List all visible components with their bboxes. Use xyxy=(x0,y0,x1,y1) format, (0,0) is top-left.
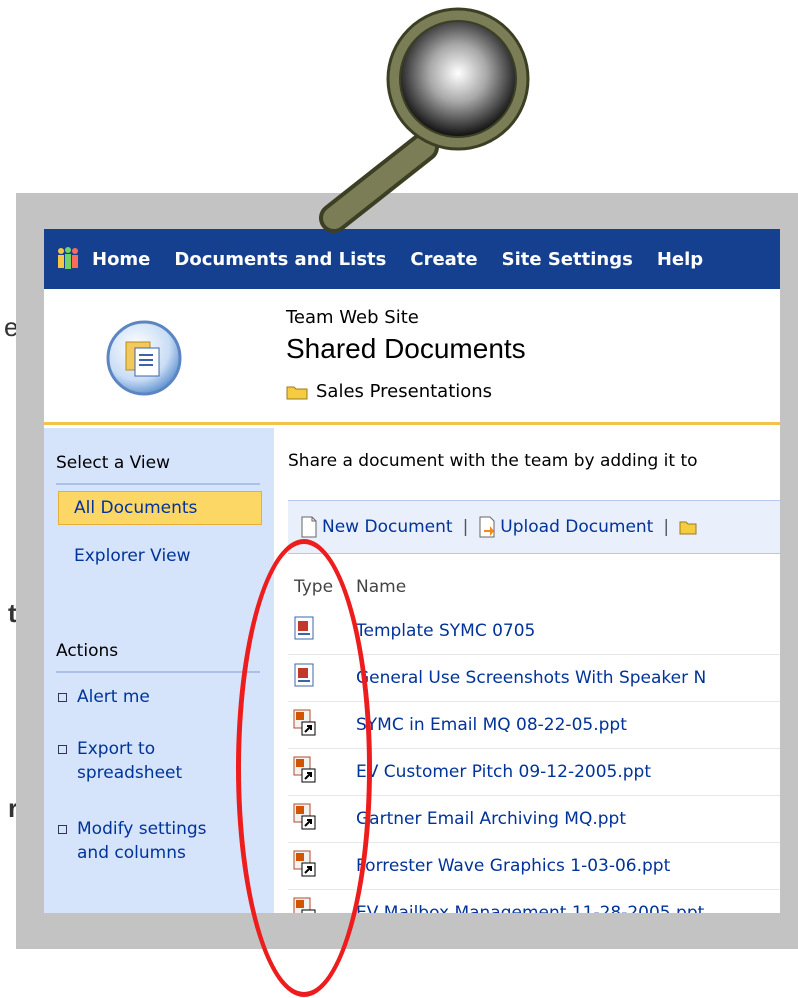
bullet-icon xyxy=(58,693,67,702)
sharepoint-window: Home Documents and Lists Create Site Set… xyxy=(44,229,780,913)
select-view-heading: Select a View xyxy=(56,453,171,473)
nav-site-settings[interactable]: Site Settings xyxy=(502,249,633,270)
column-header-name[interactable]: Name xyxy=(356,577,406,597)
upload-document-button[interactable]: Upload Document xyxy=(500,517,653,537)
red-highlight-oval xyxy=(236,539,372,997)
action-modify-label[interactable]: Modify settings and columns xyxy=(77,817,207,865)
current-folder: Sales Presentations xyxy=(286,381,492,402)
upload-document-icon[interactable] xyxy=(478,516,496,538)
new-document-icon[interactable] xyxy=(300,516,318,538)
toolbar-separator: | xyxy=(462,517,469,537)
site-name[interactable]: Team Web Site xyxy=(286,307,419,328)
top-navigation-bar: Home Documents and Lists Create Site Set… xyxy=(44,229,780,289)
folder-icon xyxy=(286,386,308,399)
divider xyxy=(56,671,260,673)
action-export-label[interactable]: Export to spreadsheet xyxy=(77,737,182,785)
action-export-to-spreadsheet[interactable]: Export to spreadsheet xyxy=(56,737,182,785)
folder-label: Sales Presentations xyxy=(316,381,493,402)
new-document-button[interactable]: New Document xyxy=(322,517,453,537)
people-logo-icon xyxy=(56,246,80,272)
action-alert-me[interactable]: Alert me xyxy=(56,685,150,709)
bullet-icon xyxy=(58,825,67,834)
nav-home[interactable]: Home xyxy=(92,249,150,270)
action-modify-settings[interactable]: Modify settings and columns xyxy=(56,817,207,865)
document-name-link[interactable]: EV Customer Pitch 09-12-2005.ppt xyxy=(356,762,651,782)
page-title: Shared Documents xyxy=(286,333,526,364)
bullet-icon xyxy=(58,745,67,754)
table-row[interactable]: EV Mailbox Management 11-28-2005.ppt xyxy=(288,891,780,913)
intro-text: Share a document with the team by adding… xyxy=(288,451,698,471)
view-all-documents-label[interactable]: All Documents xyxy=(74,498,197,518)
document-name-link[interactable]: General Use Screenshots With Speaker N xyxy=(356,668,706,688)
action-alert-me-label[interactable]: Alert me xyxy=(77,685,150,709)
document-name-link[interactable]: Template SYMC 0705 xyxy=(356,621,535,641)
document-library-icon xyxy=(102,316,186,400)
document-toolbar: New Document | Upload Document | xyxy=(288,500,780,554)
nav-documents-and-lists[interactable]: Documents and Lists xyxy=(174,249,386,270)
document-name-link[interactable]: Forrester Wave Graphics 1-03-06.ppt xyxy=(356,856,670,876)
new-folder-icon[interactable] xyxy=(679,516,697,538)
nav-create[interactable]: Create xyxy=(410,249,477,270)
document-name-link[interactable]: SYMC in Email MQ 08-22-05.ppt xyxy=(356,715,627,735)
document-name-link[interactable]: Gartner Email Archiving MQ.ppt xyxy=(356,809,626,829)
page-header: Team Web Site Shared Documents Sales Pre… xyxy=(44,289,780,425)
actions-heading: Actions xyxy=(56,641,119,661)
view-explorer[interactable]: Explorer View xyxy=(74,546,191,566)
nav-help[interactable]: Help xyxy=(657,249,703,270)
divider xyxy=(56,483,260,485)
document-name-link[interactable]: EV Mailbox Management 11-28-2005.ppt xyxy=(356,903,704,913)
toolbar-separator: | xyxy=(663,517,670,537)
